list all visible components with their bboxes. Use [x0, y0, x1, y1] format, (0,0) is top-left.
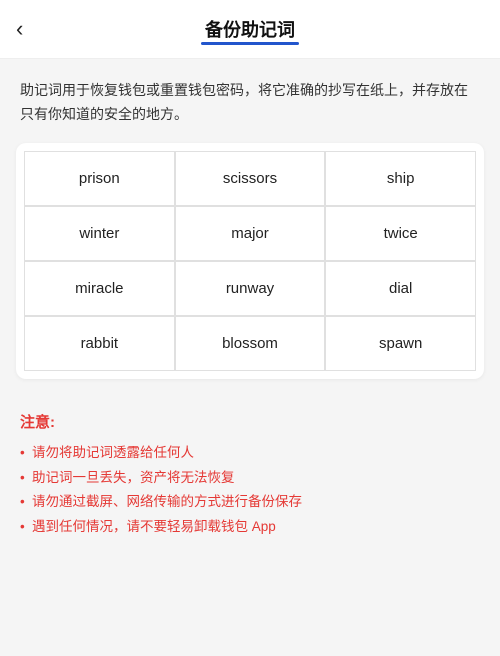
- mnemonic-grid: prisonscissorsship wintermajortwice miracl…: [24, 151, 476, 371]
- mnemonic-word-cell: rabbit: [24, 316, 175, 371]
- notes-title: 注意:: [20, 411, 480, 432]
- notes-list-item: 助记词一旦丢失，资产将无法恢复: [20, 467, 480, 490]
- mnemonic-word-cell: miracle: [24, 261, 175, 316]
- notes-list: 请勿将助记词透露给任何人助记词一旦丢失，资产将无法恢复请勿通过截屏、网络传输的方…: [20, 442, 480, 540]
- mnemonic-word-cell: ship: [325, 151, 476, 206]
- mnemonic-word-cell: dial: [325, 261, 476, 316]
- mnemonic-grid-container: prisonscissorsship wintermajortwice miracl…: [16, 143, 484, 379]
- mnemonic-word-cell: winter: [24, 206, 175, 261]
- notes-list-item: 遇到任何情况，请不要轻易卸载钱包 App: [20, 516, 480, 539]
- mnemonic-word-cell: major: [175, 206, 326, 261]
- mnemonic-word-cell: runway: [175, 261, 326, 316]
- back-button[interactable]: ‹: [16, 18, 23, 40]
- mnemonic-word-cell: prison: [24, 151, 175, 206]
- mnemonic-word-cell: scissors: [175, 151, 326, 206]
- description-text: 助记词用于恢复钱包或重置钱包密码，将它准确的抄写在纸上，并存放在只有你知道的安全…: [0, 59, 500, 143]
- page-title: 备份助记词: [205, 16, 295, 42]
- mnemonic-word-cell: blossom: [175, 316, 326, 371]
- header: ‹ 备份助记词: [0, 0, 500, 59]
- notes-list-item: 请勿通过截屏、网络传输的方式进行备份保存: [20, 491, 480, 514]
- notes-section: 注意: 请勿将助记词透露给任何人助记词一旦丢失，资产将无法恢复请勿通过截屏、网络…: [0, 395, 500, 562]
- notes-list-item: 请勿将助记词透露给任何人: [20, 442, 480, 465]
- back-icon: ‹: [16, 16, 23, 41]
- mnemonic-word-cell: twice: [325, 206, 476, 261]
- mnemonic-word-cell: spawn: [325, 316, 476, 371]
